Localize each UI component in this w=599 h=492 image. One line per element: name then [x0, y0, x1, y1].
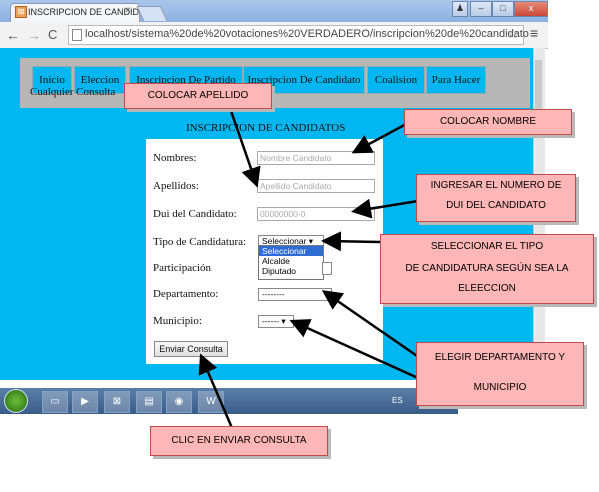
callout-apellido: COLOCAR APELLIDO — [124, 83, 272, 109]
callout-departamento: ELEGIR DEPARTAMENTO Y MUNICIPIO — [416, 342, 584, 406]
callout-dui-line2: DUI DEL CANDIDATO — [446, 200, 546, 211]
arrow-tipo — [321, 231, 381, 252]
callout-tipo: SELECCIONAR EL TIPO DE CANDIDATURA SEGÚN… — [380, 234, 594, 304]
callout-tipo-line1: SELECCIONAR EL TIPO — [430, 241, 544, 252]
arrow-municipio — [289, 319, 419, 380]
callout-tipo-line2: DE CANDIDATURA SEGÚN SEA LA — [405, 263, 569, 274]
callout-depto-line1: ELEGIR DEPARTAMENTO Y — [434, 352, 566, 363]
arrow-dui — [351, 198, 419, 219]
callout-dui-line1: INGRESAR EL NUMERO DE — [430, 180, 562, 191]
arrow-enviar — [198, 353, 234, 429]
arrow-nombre — [351, 120, 411, 154]
callout-nombre: COLOCAR NOMBRE — [404, 109, 572, 135]
callout-tipo-line3: ELEECCION — [458, 283, 516, 294]
callout-depto-line2: MUNICIPIO — [473, 382, 527, 393]
arrow-apellido — [228, 107, 261, 188]
callout-dui: INGRESAR EL NUMERO DE DUI DEL CANDIDATO — [416, 174, 576, 222]
callout-enviar: CLIC EN ENVIAR CONSULTA — [150, 426, 328, 456]
